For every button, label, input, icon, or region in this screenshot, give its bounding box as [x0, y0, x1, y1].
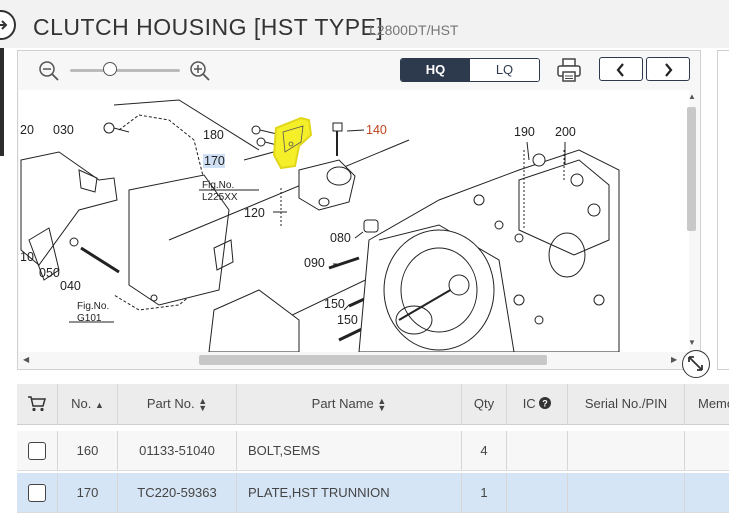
part-no-column-label: Part No. — [146, 396, 195, 411]
table-row-selected[interactable]: 170 TC220-59363 PLATE,HST TRUNNION 1 — [17, 473, 729, 513]
callout-120[interactable]: 120 — [244, 206, 265, 220]
prev-button[interactable] — [599, 57, 643, 81]
callout-090[interactable]: 090 — [304, 256, 325, 270]
expand-arrows-icon — [688, 356, 703, 371]
cart-column-header[interactable] — [17, 384, 58, 424]
no-cell: 170 — [58, 473, 118, 513]
fig-ref-label-2: Fig.No. — [77, 301, 109, 312]
scroll-down-icon[interactable]: ▼ — [688, 338, 696, 347]
qty-cell: 1 — [462, 473, 507, 513]
lq-button[interactable]: LQ — [470, 59, 539, 81]
callout-150-upper[interactable]: 150 — [324, 297, 345, 311]
zoom-slider[interactable] — [70, 69, 180, 72]
callout-050[interactable]: 050 — [39, 266, 60, 280]
row-select-cell — [17, 473, 58, 513]
part-name-cell: BOLT,SEMS — [237, 431, 462, 471]
callout-150-lower[interactable]: 150 — [337, 313, 358, 327]
callout-200[interactable]: 200 — [555, 125, 576, 139]
callout-180[interactable]: 180 — [203, 128, 224, 142]
sort-icon: ▲ ▼ — [377, 395, 387, 413]
part-name-cell: PLATE,HST TRUNNION — [237, 473, 462, 513]
ic-cell — [507, 473, 568, 513]
arrow-right-icon — [0, 20, 8, 30]
qty-cell: 4 — [462, 431, 507, 471]
callout-140[interactable]: 140 — [366, 123, 387, 137]
svg-text:?: ? — [543, 399, 549, 409]
side-panel-edge — [717, 50, 729, 370]
question-circle-icon[interactable]: ? — [539, 397, 552, 409]
serial-cell — [568, 431, 685, 471]
part-name-column-header[interactable]: Part Name ▲ ▼ — [237, 384, 462, 424]
qty-column-header: Qty — [462, 384, 507, 424]
table-row[interactable]: 160 01133-51040 BOLT,SEMS 4 — [17, 431, 729, 471]
ic-column-label: IC — [522, 396, 536, 411]
hq-button[interactable]: HQ — [401, 59, 470, 81]
parts-diagram[interactable]: 20 030 180 170 140 190 200 120 080 10 05… — [19, 90, 689, 352]
callout-020[interactable]: 20 — [20, 123, 34, 137]
sort-asc-icon: ▲ — [94, 400, 104, 410]
model-label: L2800DT/HST — [369, 22, 459, 38]
part-name-column-label: Part Name — [311, 396, 374, 411]
row-checkbox[interactable] — [28, 442, 46, 460]
callout-040[interactable]: 040 — [60, 279, 81, 293]
exploded-view-drawing: 20 030 180 170 140 190 200 120 080 10 05… — [20, 99, 620, 352]
next-button[interactable] — [646, 57, 690, 81]
zoom-slider-thumb[interactable] — [103, 62, 117, 76]
serial-column-header: Serial No./PIN — [568, 384, 685, 424]
no-cell: 160 — [58, 431, 118, 471]
scroll-left-icon[interactable]: ◀ — [23, 355, 29, 364]
serial-cell — [568, 473, 685, 513]
callout-190[interactable]: 190 — [514, 125, 535, 139]
quality-toggle: HQ LQ — [400, 58, 540, 82]
horizontal-scrollbar[interactable]: ◀ ▶ — [19, 352, 685, 368]
horizontal-scroll-thumb[interactable] — [199, 355, 547, 365]
sort-icon: ▲ ▼ — [198, 395, 208, 413]
vertical-scrollbar[interactable]: ▲ ▼ — [685, 90, 699, 352]
zoom-out-icon[interactable] — [38, 60, 60, 82]
printer-icon[interactable] — [555, 56, 583, 84]
diagram-viewer: HQ LQ 20 030 180 170 140 190 200 120 080… — [17, 50, 701, 370]
cart-icon — [28, 396, 46, 412]
scroll-right-icon[interactable]: ▶ — [671, 355, 677, 364]
fig-ref-link-1[interactable]: L225XX — [202, 192, 238, 203]
callout-170-highlighted[interactable]: 170 — [204, 154, 225, 168]
callout-030[interactable]: 030 — [53, 123, 74, 137]
row-checkbox[interactable] — [28, 484, 46, 502]
ic-cell — [507, 431, 568, 471]
scroll-up-icon[interactable]: ▲ — [688, 92, 696, 101]
part-no-column-header[interactable]: Part No. ▲ ▼ — [118, 384, 237, 424]
table-header: No. ▲ Part No. ▲ ▼ Part Name ▲ ▼ Qty IC ? … — [17, 384, 729, 425]
vertical-scroll-thumb[interactable] — [687, 107, 696, 231]
page-title: CLUTCH HOUSING [HST TYPE] — [33, 14, 384, 40]
chevron-left-icon — [616, 63, 624, 77]
callout-080[interactable]: 080 — [330, 231, 351, 245]
ic-column-header: IC ? — [507, 384, 568, 424]
back-button[interactable] — [0, 10, 16, 40]
part-no-cell: TC220-59363 — [118, 473, 237, 513]
no-column-label: No. — [71, 396, 92, 411]
fig-ref-link-2[interactable]: G101 — [77, 313, 102, 324]
fig-ref-label-1: Fig.No. — [202, 180, 234, 191]
zoom-in-icon[interactable] — [189, 60, 211, 82]
header-bar: CLUTCH HOUSING [HST TYPE] L2800DT/HST — [0, 0, 729, 48]
part-no-cell: 01133-51040 — [118, 431, 237, 471]
sidebar-edge — [0, 48, 4, 156]
memo-column-header: Memo — [698, 396, 729, 411]
expand-button[interactable] — [682, 350, 710, 378]
row-select-cell — [17, 431, 58, 471]
no-column-header[interactable]: No. ▲ — [58, 384, 118, 424]
chevron-right-icon — [665, 63, 673, 77]
callout-010[interactable]: 10 — [20, 250, 34, 264]
